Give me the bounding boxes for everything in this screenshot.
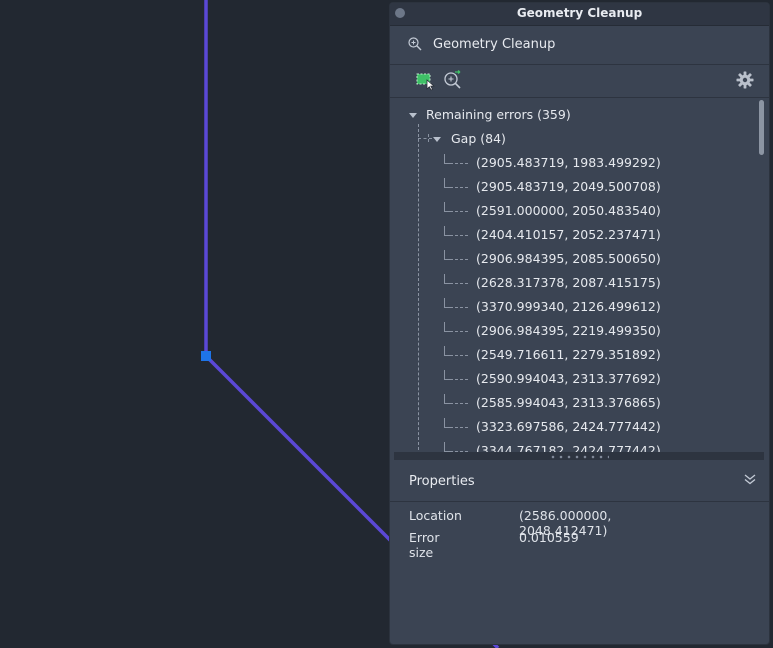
palette-header: Geometry Cleanup <box>390 26 769 65</box>
tree-leaf-item[interactable]: (2906.984395, 2219.499350) <box>476 321 661 341</box>
tree-leaf-item[interactable]: (2628.317378, 2087.415175) <box>476 273 661 293</box>
vertex-grip-handle[interactable] <box>201 351 211 361</box>
select-objects-icon[interactable] <box>414 69 436 91</box>
tree-guide-line <box>418 124 419 450</box>
tree-leaf-connector <box>450 427 468 428</box>
tree-leaf-connector <box>450 307 468 308</box>
tree-group-label: Gap (84) <box>451 131 506 146</box>
tree-leaf-connector <box>450 235 468 236</box>
tree-leaf-item[interactable]: (3370.999340, 2126.499612) <box>476 297 661 317</box>
tree-leaf-connector <box>450 211 468 212</box>
tree-scrollbar[interactable] <box>757 98 767 452</box>
tree-leaf-item[interactable]: (3323.697586, 2424.777442) <box>476 417 661 437</box>
zoom-to-error-icon[interactable] <box>442 69 464 91</box>
palette-window-title: Geometry Cleanup <box>516 6 643 20</box>
palette-header-title: Geometry Cleanup <box>433 37 556 52</box>
tree-leaf-connector <box>450 403 468 404</box>
tree-leaf-connector <box>450 355 468 356</box>
properties-title: Properties <box>409 474 475 489</box>
expand-triangle-icon[interactable] <box>433 137 441 142</box>
tree-leaf-connector <box>450 187 468 188</box>
settings-gear-icon[interactable] <box>734 69 756 91</box>
expand-triangle-icon[interactable] <box>409 113 417 118</box>
tree-root-label: Remaining errors (359) <box>426 107 571 122</box>
property-value: 0.010559 <box>519 530 579 545</box>
collapse-chevron-icon[interactable] <box>743 472 757 486</box>
palette-toolbar <box>390 65 769 98</box>
palette-titlebar[interactable]: Geometry Cleanup <box>390 3 769 26</box>
tree-scrollbar-thumb[interactable] <box>759 100 764 155</box>
tree-leaf-item[interactable]: (2404.410157, 2052.237471) <box>476 225 661 245</box>
tree-leaf-item[interactable]: (2591.000000, 2050.483540) <box>476 201 661 221</box>
tree-guide-line <box>418 138 432 139</box>
property-key: Error size <box>409 530 440 560</box>
tree-leaf-connector <box>450 259 468 260</box>
tree-leaf-item[interactable]: (3344.767182, 2424.777442) <box>476 441 661 452</box>
tree-leaf-item[interactable]: (2906.984395, 2085.500650) <box>476 249 661 269</box>
tree-leaf-item[interactable]: (2585.994043, 2313.376865) <box>476 393 661 413</box>
geometry-cleanup-palette: Geometry Cleanup Geometry Cleanup Remain… <box>390 3 769 644</box>
tree-leaf-connector <box>450 163 468 164</box>
tree-leaf-connector <box>450 283 468 284</box>
splitter-grip-icon[interactable] <box>549 455 609 459</box>
tree-leaf-item[interactable]: (2905.483719, 2049.500708) <box>476 177 661 197</box>
tree-leaf-item[interactable]: (2905.483719, 1983.499292) <box>476 153 661 173</box>
tree-leaf-item[interactable]: (2590.994043, 2313.377692) <box>476 369 661 389</box>
errors-tree[interactable]: Remaining errors (359) Gap (84) (2905.48… <box>394 98 756 452</box>
tree-leaf-connector <box>450 379 468 380</box>
properties-header[interactable]: Properties <box>390 461 769 502</box>
tree-leaf-item[interactable]: (2549.716611, 2279.351892) <box>476 345 661 365</box>
property-key: Location <box>409 508 462 523</box>
zoom-geometry-icon <box>408 37 422 51</box>
tree-leaf-connector <box>450 331 468 332</box>
